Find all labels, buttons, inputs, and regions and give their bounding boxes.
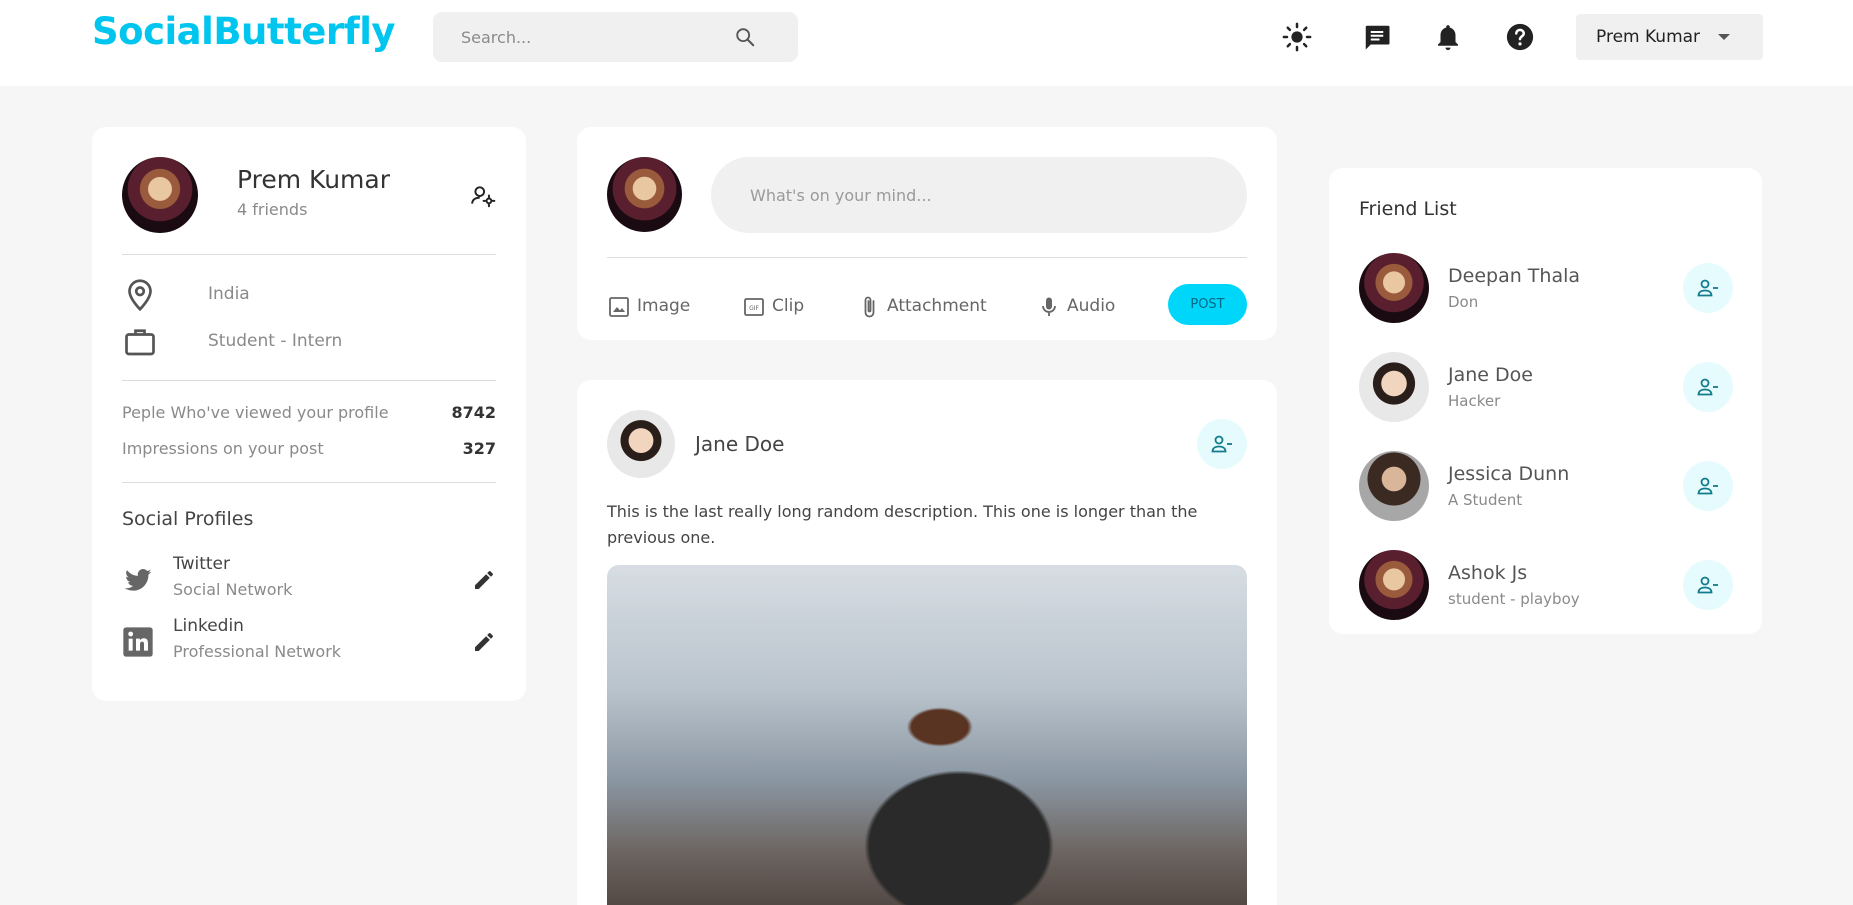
- tool-label: Audio: [1067, 296, 1116, 316]
- chevron-down-icon: [1718, 34, 1730, 40]
- stat-value-views: 8742: [451, 403, 496, 422]
- divider: [607, 257, 1247, 258]
- person-remove-icon: [1697, 279, 1718, 297]
- post-image[interactable]: [607, 565, 1247, 905]
- top-navbar: SocialButterfly Prem Kumar: [0, 0, 1853, 86]
- friend-sub: Don: [1448, 293, 1479, 311]
- person-remove-icon: [1697, 477, 1718, 495]
- stat-label-views: Peple Who've viewed your profile: [122, 403, 389, 422]
- post-author[interactable]: Jane Doe: [695, 432, 784, 456]
- list-item: Jane Doe Hacker: [1359, 352, 1733, 422]
- social-profiles-title: Social Profiles: [122, 508, 254, 530]
- remove-friend-button[interactable]: [1683, 362, 1733, 412]
- friend-sub: Hacker: [1448, 392, 1501, 410]
- search-input[interactable]: [461, 12, 731, 62]
- friend-name[interactable]: Jessica Dunn: [1448, 463, 1569, 485]
- avatar[interactable]: [1359, 451, 1429, 521]
- profile-name: Prem Kumar: [237, 165, 390, 194]
- svg-text:GIF: GIF: [749, 305, 759, 312]
- list-item: Ashok Js student - playboy: [1359, 550, 1733, 620]
- microphone-icon: [1042, 297, 1056, 316]
- friend-list-card: Friend List Deepan Thala Don Jane Doe Ha…: [1329, 168, 1762, 634]
- tool-label: Clip: [772, 296, 805, 316]
- location-pin-icon: [128, 279, 152, 312]
- brand-logo[interactable]: SocialButterfly: [92, 10, 396, 53]
- remove-friend-button[interactable]: [1683, 461, 1733, 511]
- twitter-icon: [124, 569, 152, 591]
- friend-count: 4 friends: [237, 200, 308, 219]
- tool-label: Image: [637, 296, 691, 316]
- bell-icon[interactable]: [1433, 22, 1463, 52]
- avatar[interactable]: [607, 410, 675, 478]
- briefcase-icon: [125, 329, 155, 356]
- avatar[interactable]: [1359, 550, 1429, 620]
- linkedin-icon: [123, 627, 153, 657]
- avatar[interactable]: [122, 157, 198, 233]
- avatar[interactable]: [1359, 253, 1429, 323]
- social-name[interactable]: Linkedin: [173, 616, 244, 636]
- social-name[interactable]: Twitter: [173, 554, 230, 574]
- user-select-label: Prem Kumar: [1596, 27, 1701, 47]
- friend-name[interactable]: Jane Doe: [1448, 364, 1533, 386]
- tool-label: Attachment: [887, 296, 987, 316]
- pencil-icon[interactable]: [472, 568, 496, 592]
- post-button[interactable]: POST: [1168, 284, 1247, 325]
- list-item: Deepan Thala Don: [1359, 253, 1733, 323]
- friend-list-title: Friend List: [1359, 198, 1457, 220]
- stat-label-impressions: Impressions on your post: [122, 439, 324, 458]
- stat-value-impressions: 327: [462, 439, 496, 458]
- post-composer: Image GIF Clip Attachment Audio POST: [577, 127, 1277, 340]
- feed-post: Jane Doe This is the last really long ra…: [577, 380, 1277, 905]
- social-linkedin: Linkedin Professional Network: [122, 616, 496, 668]
- person-remove-icon: [1211, 435, 1232, 453]
- search-icon[interactable]: [734, 26, 756, 48]
- pencil-icon[interactable]: [472, 630, 496, 654]
- list-item: Jessica Dunn A Student: [1359, 451, 1733, 521]
- manage-account-icon[interactable]: [470, 183, 496, 209]
- friend-sub: student - playboy: [1448, 590, 1580, 608]
- social-sub: Professional Network: [173, 642, 342, 661]
- location-text: India: [208, 284, 250, 304]
- divider: [122, 254, 496, 255]
- sun-icon[interactable]: [1282, 22, 1312, 52]
- divider: [122, 482, 496, 483]
- occupation-text: Student - Intern: [208, 331, 343, 351]
- remove-friend-button[interactable]: [1683, 560, 1733, 610]
- person-remove-icon: [1697, 378, 1718, 396]
- search-box: [433, 12, 798, 62]
- avatar[interactable]: [607, 157, 682, 232]
- paperclip-icon: [864, 296, 875, 318]
- profile-card: Prem Kumar 4 friends India Student - Int…: [92, 127, 526, 701]
- help-icon[interactable]: [1505, 22, 1535, 52]
- remove-friend-button[interactable]: [1197, 419, 1247, 469]
- chat-icon[interactable]: [1362, 22, 1392, 52]
- friend-sub: A Student: [1448, 491, 1523, 509]
- gif-icon: GIF: [744, 298, 764, 316]
- image-icon: [609, 297, 629, 317]
- remove-friend-button[interactable]: [1683, 263, 1733, 313]
- friend-name[interactable]: Deepan Thala: [1448, 265, 1580, 287]
- post-input[interactable]: [711, 157, 1247, 233]
- person-remove-icon: [1697, 576, 1718, 594]
- post-description: This is the last really long random desc…: [607, 502, 1198, 547]
- avatar[interactable]: [1359, 352, 1429, 422]
- social-twitter: Twitter Social Network: [122, 554, 496, 606]
- social-sub: Social Network: [173, 580, 293, 599]
- divider: [122, 380, 496, 381]
- user-select[interactable]: Prem Kumar: [1576, 14, 1763, 60]
- friend-name[interactable]: Ashok Js: [1448, 562, 1527, 584]
